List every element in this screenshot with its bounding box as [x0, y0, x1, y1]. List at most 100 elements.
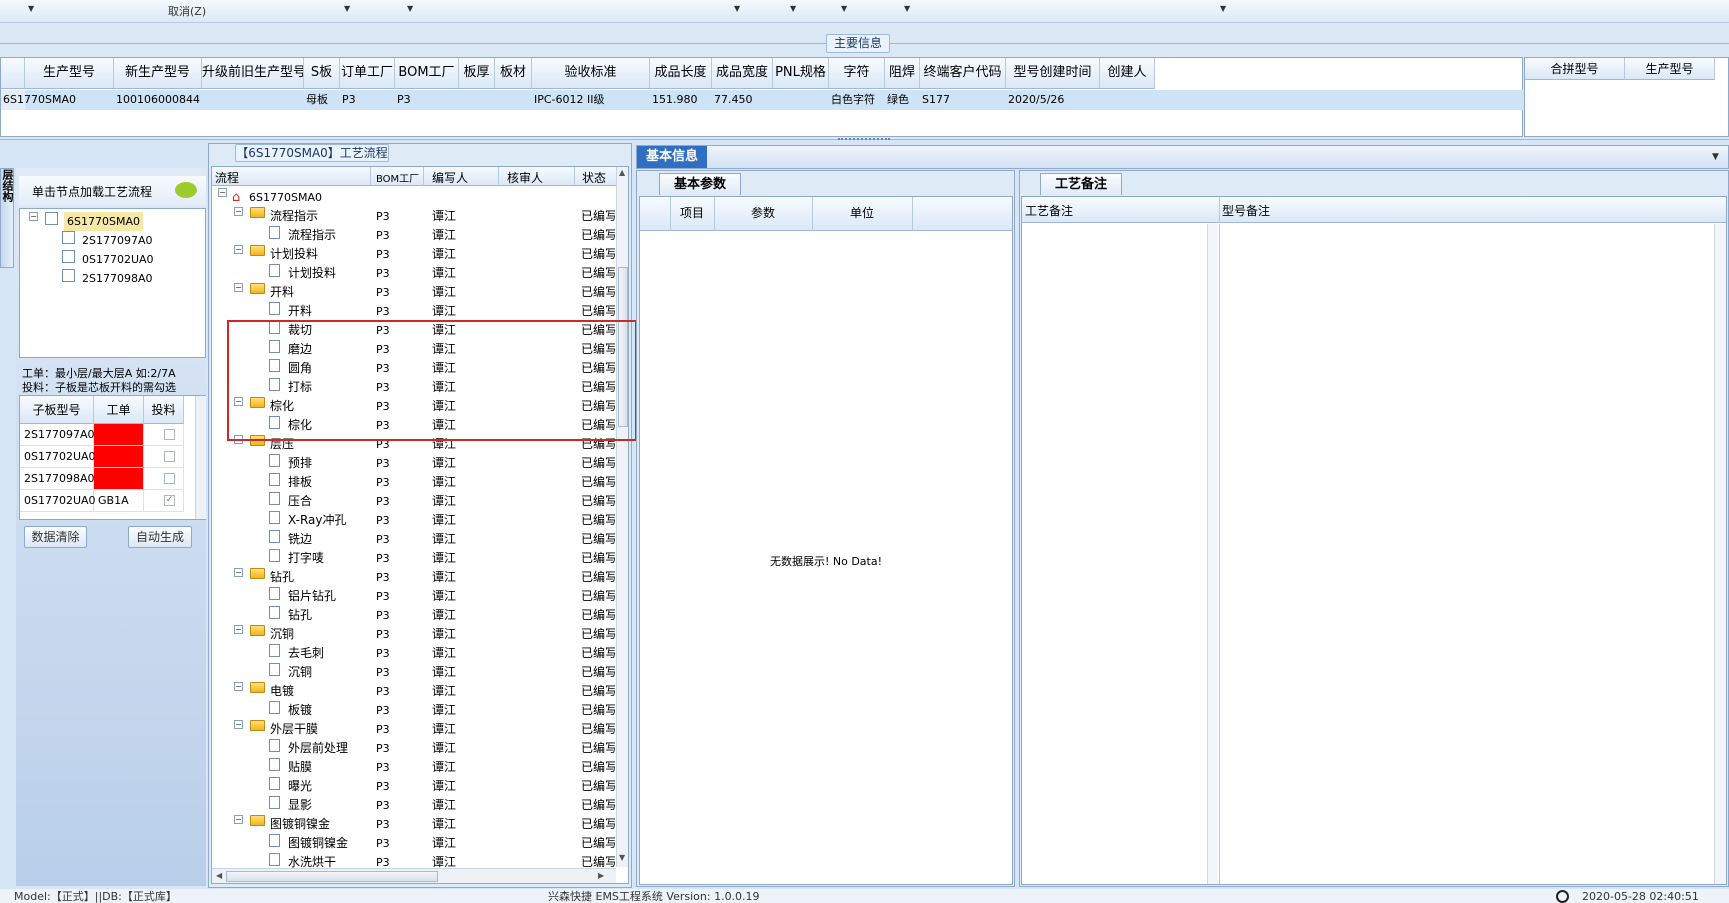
process-step-node[interactable]: 开料 P3 谭江 已编写: [212, 302, 615, 321]
model-remark-textarea[interactable]: [1221, 224, 1714, 884]
process-step-node[interactable]: 流程指示 P3 谭江 已编写: [212, 226, 615, 245]
feed-checkbox[interactable]: ✓: [164, 495, 175, 506]
collapse-toggle-icon[interactable]: −: [218, 188, 227, 197]
process-group-node[interactable]: − 电镀 P3 谭江 已编写: [212, 682, 615, 701]
process-step-node[interactable]: 显影 P3 谭江 已编写: [212, 796, 615, 815]
sub-board-model-cell[interactable]: 0S17702UA0: [20, 490, 96, 512]
main-info-header[interactable]: 创建人: [1100, 58, 1155, 89]
main-info-header[interactable]: 终端客户代码: [920, 58, 1006, 89]
chevron-down-icon[interactable]: ▼: [1220, 4, 1226, 13]
sub-board-grid: 子板型号 工单 投料 2S177097A0 0S17702UA0 2S177098A…: [19, 395, 206, 520]
order-cell[interactable]: [94, 424, 144, 446]
bom-factory-cell: P3: [376, 476, 390, 489]
main-info-header[interactable]: PNL规格: [773, 58, 829, 89]
process-step-node[interactable]: 铣边 P3 谭江 已编写: [212, 530, 615, 549]
main-info-row[interactable]: 6S1770SMA0 10010600084488 母板 P3 P3 IPC-6012 I…: [1, 90, 1524, 110]
remarks-tab[interactable]: 工艺备注: [1040, 173, 1122, 195]
scrollbar[interactable]: [195, 396, 206, 519]
collapse-toggle-icon[interactable]: −: [234, 625, 243, 634]
status-cell: 已编写: [581, 836, 615, 850]
status-cell: 已编写: [581, 570, 615, 584]
chevron-down-icon[interactable]: ▼: [841, 4, 847, 13]
scrollbar[interactable]: [1714, 224, 1726, 884]
layer-structure-tab[interactable]: 层结构: [0, 168, 14, 268]
main-info-header[interactable]: 成品长度: [650, 58, 712, 89]
auto-generate-button[interactable]: 自动生成: [128, 526, 192, 548]
main-info-header[interactable]: BOM工厂: [395, 58, 459, 89]
main-info-header[interactable]: 验收标准: [532, 58, 650, 89]
process-step-node[interactable]: 压合 P3 谭江 已编写: [212, 492, 615, 511]
chevron-down-icon[interactable]: ▼: [1712, 152, 1719, 162]
bom-factory-cell: P3: [376, 799, 390, 812]
cancel-menu[interactable]: 取消(Z): [168, 3, 206, 19]
process-group-node[interactable]: − 外层干膜 P3 谭江 已编写: [212, 720, 615, 739]
sub-board-model-cell[interactable]: 0S17702UA0: [20, 446, 96, 468]
main-info-header[interactable]: 新生产型号: [114, 58, 202, 89]
collapse-toggle-icon[interactable]: −: [234, 245, 243, 254]
collapse-toggle-icon[interactable]: −: [234, 720, 243, 729]
collapse-toggle-icon[interactable]: −: [234, 815, 243, 824]
process-group-node[interactable]: − 沉铜 P3 谭江 已编写: [212, 625, 615, 644]
main-info-header[interactable]: 升级前旧生产型号: [202, 58, 304, 89]
process-group-node[interactable]: − 图镀铜镍金 P3 谭江 已编写: [212, 815, 615, 834]
order-cell[interactable]: GB1A: [94, 490, 144, 512]
process-step-node[interactable]: 沉铜 P3 谭江 已编写: [212, 663, 615, 682]
main-info-header[interactable]: S板: [304, 58, 340, 89]
collapse-toggle-icon[interactable]: −: [234, 682, 243, 691]
collapse-toggle-icon[interactable]: −: [234, 568, 243, 577]
process-step-node[interactable]: 板镀 P3 谭江 已编写: [212, 701, 615, 720]
process-step-node[interactable]: 排板 P3 谭江 已编写: [212, 473, 615, 492]
process-root-node[interactable]: − ⌂ 6S1770SMA0: [212, 188, 612, 207]
basic-info-tab[interactable]: 基本信息: [637, 146, 707, 168]
main-info-header[interactable]: 阻焊: [885, 58, 920, 89]
chevron-down-icon[interactable]: ▼: [407, 4, 413, 13]
process-step-node[interactable]: 预排 P3 谭江 已编写: [212, 454, 615, 473]
splitter-grip[interactable]: [838, 138, 890, 142]
feed-checkbox[interactable]: [164, 451, 175, 462]
collapse-toggle-icon[interactable]: −: [234, 207, 243, 216]
process-step-node[interactable]: 外层前处理 P3 谭江 已编写: [212, 739, 615, 758]
process-step-node[interactable]: 铝片钻孔 P3 谭江 已编写: [212, 587, 615, 606]
process-group-node[interactable]: − 计划投料 P3 谭江 已编写: [212, 245, 615, 264]
process-group-node[interactable]: − 流程指示 P3 谭江 已编写: [212, 207, 615, 226]
process-step-node[interactable]: 图镀铜镍金 P3 谭江 已编写: [212, 834, 615, 853]
process-remark-textarea[interactable]: [1022, 224, 1217, 884]
process-group-node[interactable]: − 钻孔 P3 谭江 已编写: [212, 568, 615, 587]
bom-factory-cell: P3: [376, 571, 390, 584]
process-step-node[interactable]: X-Ray冲孔 P3 谭江 已编写: [212, 511, 615, 530]
main-info-header[interactable]: 板材: [495, 58, 532, 89]
bom-factory-cell: P3: [376, 818, 390, 831]
sub-board-model-cell[interactable]: 2S177097A0: [20, 424, 95, 446]
main-info-header[interactable]: 订单工厂: [340, 58, 395, 89]
order-cell[interactable]: [94, 446, 144, 468]
feed-checkbox[interactable]: [164, 473, 175, 484]
basic-params-tab[interactable]: 基本参数: [659, 173, 741, 195]
chevron-down-icon[interactable]: ▼: [734, 4, 740, 13]
chevron-down-icon[interactable]: ▼: [28, 4, 34, 13]
chevron-down-icon[interactable]: ▼: [344, 4, 350, 13]
main-info-header[interactable]: 字符: [829, 58, 885, 89]
status-header: 状态: [582, 171, 607, 185]
process-vertical-scrollbar[interactable]: ▲ ▼: [616, 167, 628, 867]
process-step-node[interactable]: 贴膜 P3 谭江 已编写: [212, 758, 615, 777]
process-step-node[interactable]: 钻孔 P3 谭江 已编写: [212, 606, 615, 625]
process-horizontal-scrollbar[interactable]: ◀ ▶: [212, 868, 616, 883]
main-info-header[interactable]: 成品宽度: [712, 58, 773, 89]
main-info-header[interactable]: 板厚: [459, 58, 495, 89]
order-cell[interactable]: [94, 468, 144, 490]
status-cell: 已编写: [581, 304, 615, 318]
sub-board-model-cell[interactable]: 2S177098A0: [20, 468, 95, 490]
feed-checkbox[interactable]: [164, 429, 175, 440]
process-step-node[interactable]: 计划投料 P3 谭江 已编写: [212, 264, 615, 283]
clear-data-button[interactable]: 数据清除: [24, 526, 87, 548]
process-step-node[interactable]: 打字唛 P3 谭江 已编写: [212, 549, 615, 568]
main-info-header[interactable]: 型号创建时间: [1006, 58, 1100, 89]
scrollbar[interactable]: [1207, 224, 1218, 884]
process-step-node[interactable]: 去毛刺 P3 谭江 已编写: [212, 644, 615, 663]
chevron-down-icon[interactable]: ▼: [790, 4, 796, 13]
chevron-down-icon[interactable]: ▼: [904, 4, 910, 13]
main-info-header[interactable]: 生产型号: [25, 58, 114, 89]
process-step-node[interactable]: 曝光 P3 谭江 已编写: [212, 777, 615, 796]
collapse-toggle-icon[interactable]: −: [234, 283, 243, 292]
process-group-node[interactable]: − 开料 P3 谭江 已编写: [212, 283, 615, 302]
